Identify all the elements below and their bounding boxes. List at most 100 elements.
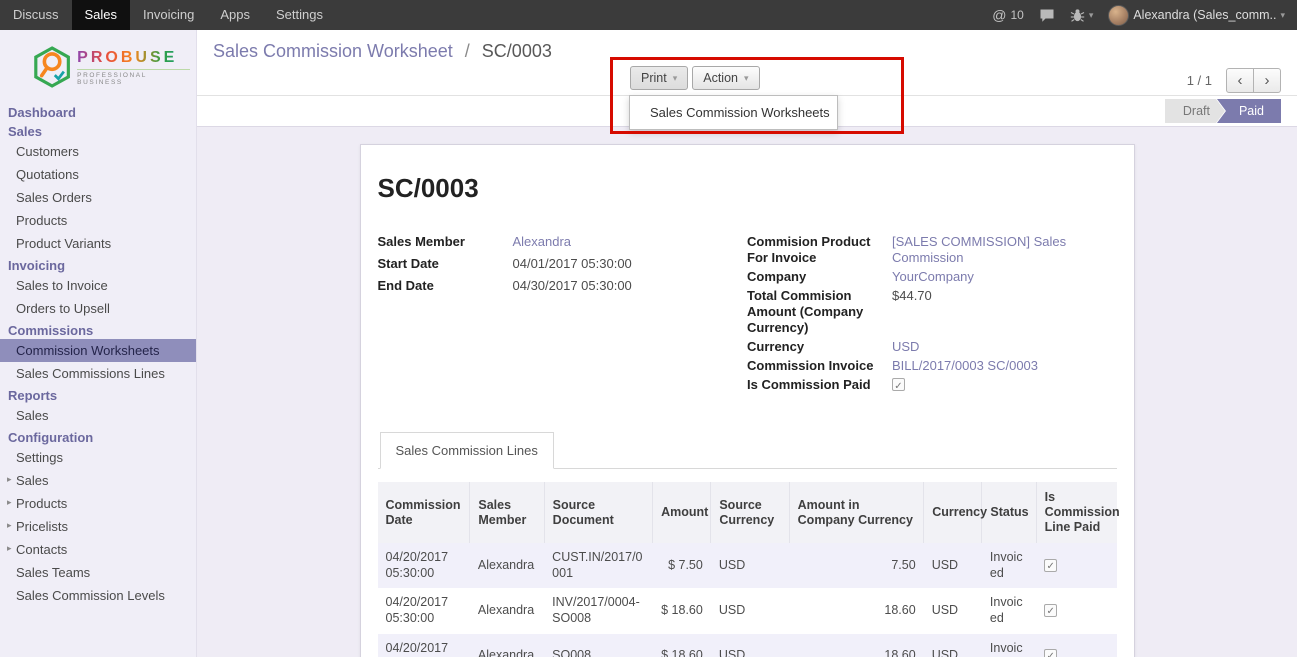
col-header-source-currency[interactable]: Source Currency — [711, 482, 789, 543]
sidebar-item-label: Pricelists — [16, 519, 68, 534]
cell-status: Invoiced — [982, 588, 1036, 633]
probuse-logo[interactable]: PROBUSE PROFESSIONAL BUSINESS — [0, 30, 196, 102]
col-header-sales-member[interactable]: Sales Member — [470, 482, 544, 543]
print-button-label: Print — [641, 71, 667, 85]
sidebar-heading-invoicing[interactable]: Invoicing — [0, 255, 196, 274]
topbar-menu-invoicing[interactable]: Invoicing — [130, 0, 207, 30]
debug-menu-button[interactable]: ▾ — [1070, 8, 1094, 23]
cell-company-amount: 18.60 — [789, 588, 924, 633]
col-header-status[interactable]: Status — [982, 482, 1036, 543]
currency-link[interactable]: USD — [892, 339, 919, 355]
col-header-commission-date[interactable]: Commission Date — [378, 482, 470, 543]
submenu-arrow-icon: ▸ — [7, 497, 12, 508]
topbar-menu-apps[interactable]: Apps — [207, 0, 263, 30]
dropdown-item-sales-commission-worksheets[interactable]: Sales Commission Worksheets — [630, 100, 837, 125]
breadcrumb: Sales Commission Worksheet / SC/0003 — [213, 41, 552, 62]
field-label: Commission Invoice — [747, 358, 892, 374]
sidebar-item-sales-teams[interactable]: Sales Teams — [0, 561, 196, 584]
line-paid-checkbox[interactable]: ✓ — [1044, 604, 1057, 617]
col-header-line-paid[interactable]: Is Commission Line Paid — [1036, 482, 1116, 543]
logo-subtitle: PROFESSIONAL BUSINESS — [77, 69, 190, 86]
col-header-company-amount[interactable]: Amount in Company Currency — [789, 482, 924, 543]
print-button[interactable]: Print ▾ — [630, 66, 688, 90]
sidebar-item-reports-sales[interactable]: Sales — [0, 404, 196, 427]
commission-product-link[interactable]: [SALES COMMISSION] Sales Commission — [892, 234, 1117, 266]
cell-currency: USD — [924, 588, 982, 633]
col-header-amount[interactable]: Amount — [653, 482, 711, 543]
field-label: Company — [747, 269, 892, 285]
cell-currency: USD — [924, 543, 982, 588]
sidebar-item-orders-to-upsell[interactable]: Orders to Upsell — [0, 297, 196, 320]
sidebar-item-config-sales[interactable]: ▸ Sales — [0, 469, 196, 492]
action-button[interactable]: Action ▾ — [692, 66, 759, 90]
topbar-menu-discuss[interactable]: Discuss — [0, 0, 72, 30]
sidebar: PROBUSE PROFESSIONAL BUSINESS Dashboard … — [0, 30, 197, 657]
field-label: Commision Product For Invoice — [747, 234, 892, 266]
statusbar: Draft Paid — [1165, 99, 1281, 123]
control-panel: Sales Commission Worksheet / SC/0003 Pri… — [197, 30, 1297, 96]
sidebar-item-product-variants[interactable]: Product Variants — [0, 232, 196, 255]
table-header-row: Commission Date Sales Member Source Docu… — [378, 482, 1117, 543]
company-link[interactable]: YourCompany — [892, 269, 974, 285]
control-panel-buttons: Print ▾ Action ▾ — [630, 66, 760, 90]
sidebar-item-customers[interactable]: Customers — [0, 140, 196, 163]
table-row[interactable]: 04/20/2017 05:30:00 Alexandra CUST.IN/20… — [378, 543, 1117, 588]
sidebar-heading-sales[interactable]: Sales — [0, 121, 196, 140]
sidebar-item-label: Products — [16, 496, 67, 511]
sidebar-item-sales-to-invoice[interactable]: Sales to Invoice — [0, 274, 196, 297]
topbar-systray: @ 10 ▾ Alexandra (Sales_comm.. ▾ — [992, 0, 1297, 30]
caret-down-icon: ▾ — [1280, 11, 1285, 20]
user-menu[interactable]: Alexandra (Sales_comm.. ▾ — [1108, 5, 1285, 26]
sidebar-item-sales-commissions-lines[interactable]: Sales Commissions Lines — [0, 362, 196, 385]
pager-next-button[interactable]: › — [1253, 68, 1281, 93]
sidebar-item-commission-worksheets[interactable]: Commission Worksheets — [0, 339, 196, 362]
cell-currency: USD — [924, 634, 982, 657]
pager-value: 1 / 1 — [1187, 73, 1212, 88]
topbar-menu-settings[interactable]: Settings — [263, 0, 336, 30]
table-row[interactable]: 04/20/2017 05:30:00 Alexandra INV/2017/0… — [378, 588, 1117, 633]
status-step-paid[interactable]: Paid — [1217, 99, 1281, 123]
sidebar-heading-dashboard[interactable]: Dashboard — [0, 102, 196, 121]
table-row[interactable]: 04/20/2017 10:35:53 Alexandra SO008 $ 18… — [378, 634, 1117, 657]
chevron-right-icon: › — [1265, 72, 1270, 89]
sidebar-item-sales-commission-levels[interactable]: Sales Commission Levels — [0, 584, 196, 607]
messages-button[interactable] — [1039, 8, 1055, 23]
line-paid-checkbox[interactable]: ✓ — [1044, 649, 1057, 657]
user-avatar — [1108, 5, 1129, 26]
status-step-draft[interactable]: Draft — [1165, 99, 1225, 123]
col-header-currency[interactable]: Currency — [924, 482, 982, 543]
line-paid-checkbox[interactable]: ✓ — [1044, 559, 1057, 572]
field-commission-product: Commision Product For Invoice [SALES COM… — [747, 234, 1117, 266]
sidebar-item-quotations[interactable]: Quotations — [0, 163, 196, 186]
sidebar-item-config-contacts[interactable]: ▸ Contacts — [0, 538, 196, 561]
bug-icon — [1070, 8, 1085, 23]
sidebar-heading-configuration[interactable]: Configuration — [0, 427, 196, 446]
sidebar-item-label: Contacts — [16, 542, 67, 557]
sidebar-item-config-products[interactable]: ▸ Products — [0, 492, 196, 515]
cell-sales-member: Alexandra — [470, 588, 544, 633]
commission-lines-table: Commission Date Sales Member Source Docu… — [378, 482, 1117, 657]
topbar-menu-sales[interactable]: Sales — [72, 0, 131, 30]
sidebar-heading-commissions[interactable]: Commissions — [0, 320, 196, 339]
left-field-column: Sales Member Alexandra Start Date 04/01/… — [378, 234, 748, 396]
sidebar-item-config-pricelists[interactable]: ▸ Pricelists — [0, 515, 196, 538]
cell-amount: $ 18.60 — [653, 634, 711, 657]
submenu-arrow-icon: ▸ — [7, 474, 12, 485]
sidebar-item-settings[interactable]: Settings — [0, 446, 196, 469]
pager-previous-button[interactable]: ‹ — [1226, 68, 1254, 93]
submenu-arrow-icon: ▸ — [7, 520, 12, 531]
sidebar-item-sales-orders[interactable]: Sales Orders — [0, 186, 196, 209]
sales-member-link[interactable]: Alexandra — [513, 234, 572, 250]
chevron-left-icon: ‹ — [1238, 72, 1243, 89]
mentions-button[interactable]: @ 10 — [992, 7, 1024, 23]
action-button-label: Action — [703, 71, 738, 85]
breadcrumb-parent-link[interactable]: Sales Commission Worksheet — [213, 41, 453, 61]
sidebar-heading-reports[interactable]: Reports — [0, 385, 196, 404]
sidebar-item-products[interactable]: Products — [0, 209, 196, 232]
col-header-source-document[interactable]: Source Document — [544, 482, 652, 543]
checkmark-icon: ✓ — [1046, 606, 1054, 617]
cell-status: Invoiced — [982, 634, 1036, 657]
tab-sales-commission-lines[interactable]: Sales Commission Lines — [380, 432, 554, 469]
commission-invoice-link[interactable]: BILL/2017/0003 SC/0003 — [892, 358, 1038, 374]
is-commission-paid-checkbox[interactable]: ✓ — [892, 378, 905, 391]
